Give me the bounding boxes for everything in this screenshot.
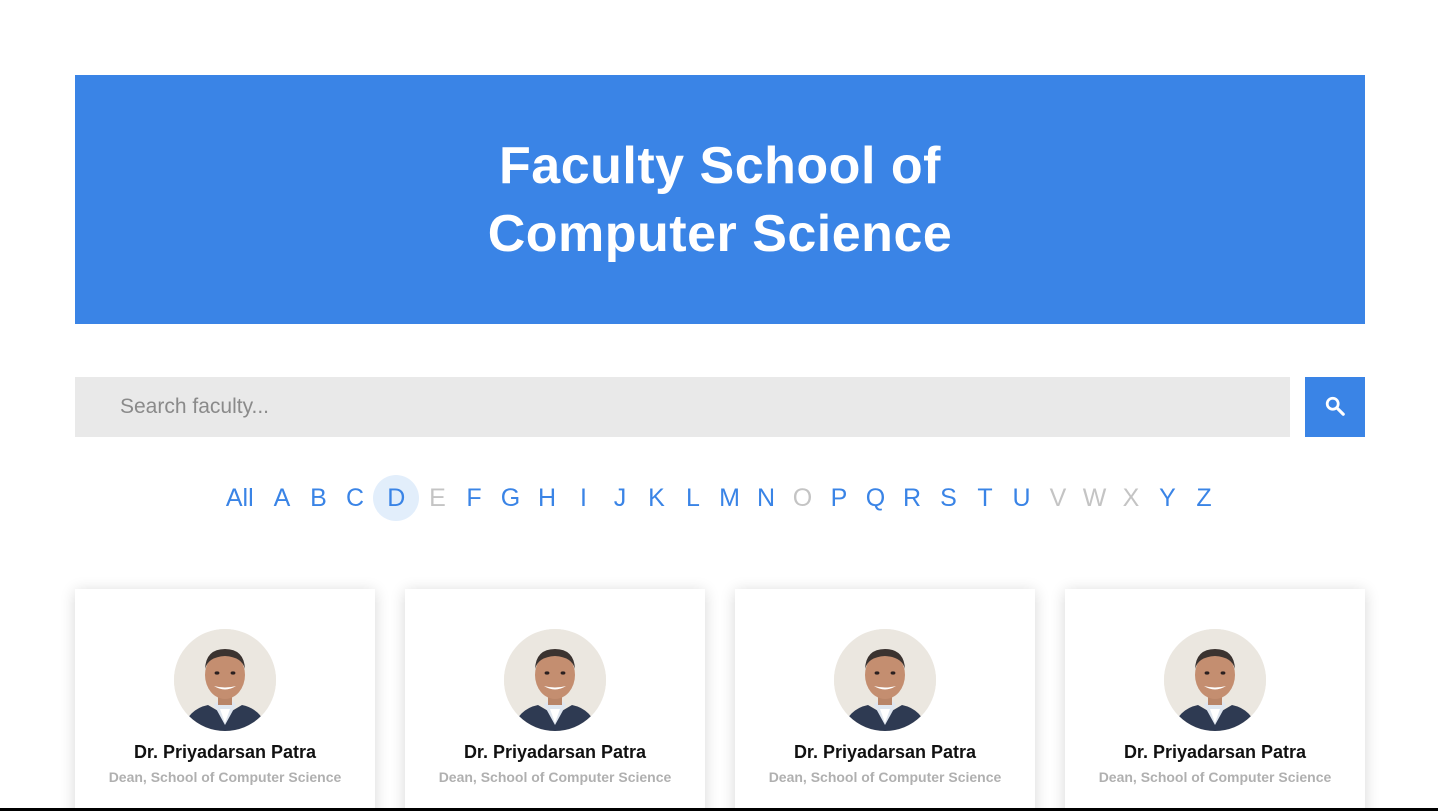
- faculty-name: Dr. Priyadarsan Patra: [463, 742, 647, 762]
- alphabet-filter-b[interactable]: B: [300, 475, 337, 521]
- alphabet-filter-h[interactable]: H: [529, 475, 566, 521]
- avatar: [1164, 629, 1266, 731]
- alphabet-filter-y[interactable]: Y: [1149, 475, 1186, 521]
- search-icon: [1324, 395, 1346, 420]
- alphabet-filter-o: O: [792, 483, 813, 512]
- alphabet-filter-e: E: [429, 483, 446, 512]
- alphabet-filter-i[interactable]: I: [565, 475, 602, 521]
- alphabet-filter-k[interactable]: K: [638, 475, 675, 521]
- alphabet-filter-g[interactable]: G: [492, 475, 529, 521]
- faculty-role: Dean, School of Computer Science: [1098, 769, 1332, 785]
- faculty-card[interactable]: Dr. Priyadarsan Patra Dean, School of Com…: [405, 589, 705, 811]
- alphabet-filter-f[interactable]: F: [456, 475, 493, 521]
- faculty-role: Dean, School of Computer Science: [438, 769, 672, 785]
- faculty-name: Dr. Priyadarsan Patra: [793, 742, 977, 762]
- page-title-line-2: Computer Science: [487, 204, 953, 263]
- faculty-role: Dean, School of Computer Science: [768, 769, 1002, 785]
- alphabet-filter-x: X: [1122, 483, 1140, 512]
- avatar: [834, 629, 936, 731]
- alphabet-filter-u[interactable]: U: [1003, 475, 1040, 521]
- faculty-card[interactable]: Dr. Priyadarsan Patra Dean, School of Com…: [735, 589, 1035, 811]
- avatar: [504, 629, 606, 731]
- alphabet-filter-s[interactable]: S: [930, 475, 967, 521]
- alphabet-filter-v: V: [1049, 483, 1067, 512]
- alphabet-filter-d[interactable]: D: [373, 475, 420, 521]
- alphabet-filter-l[interactable]: L: [675, 475, 712, 521]
- faculty-role: Dean, School of Computer Science: [108, 769, 342, 785]
- page-title: Faculty School of Computer Science: [488, 132, 953, 268]
- search-input[interactable]: [75, 377, 1290, 437]
- alphabet-filter-w: W: [1082, 483, 1107, 512]
- alphabet-filter-q[interactable]: Q: [857, 475, 894, 521]
- search-bar: [75, 377, 1365, 437]
- faculty-directory-page: Faculty School of Computer Science AllAB…: [0, 0, 1438, 811]
- faculty-card-grid: Dr. Priyadarsan Patra Dean, School of Com…: [75, 589, 1365, 811]
- faculty-name: Dr. Priyadarsan Patra: [1123, 742, 1307, 762]
- alphabet-filter-t[interactable]: T: [967, 475, 1004, 521]
- alphabet-filter-all[interactable]: All: [216, 475, 264, 521]
- alphabet-filter-m[interactable]: M: [711, 475, 748, 521]
- alphabet-filter-a[interactable]: A: [264, 475, 301, 521]
- alphabet-filter-p[interactable]: P: [821, 475, 858, 521]
- alphabet-filter-r[interactable]: R: [894, 475, 931, 521]
- alphabet-filter-c[interactable]: C: [337, 475, 374, 521]
- search-button[interactable]: [1305, 377, 1365, 437]
- avatar: [174, 629, 276, 731]
- hero-banner: Faculty School of Computer Science: [75, 75, 1365, 324]
- faculty-name: Dr. Priyadarsan Patra: [133, 742, 317, 762]
- alphabet-filter-j[interactable]: J: [602, 475, 639, 521]
- alphabet-filter: All A B C D E F G H I J K L M N O P Q R S T U V W X Y Z: [0, 474, 1438, 522]
- faculty-card[interactable]: Dr. Priyadarsan Patra Dean, School of Com…: [75, 589, 375, 811]
- alphabet-filter-z[interactable]: Z: [1186, 475, 1223, 521]
- alphabet-filter-n[interactable]: N: [748, 475, 785, 521]
- faculty-card[interactable]: Dr. Priyadarsan Patra Dean, School of Com…: [1065, 589, 1365, 811]
- page-title-line-1: Faculty School of: [499, 136, 941, 195]
